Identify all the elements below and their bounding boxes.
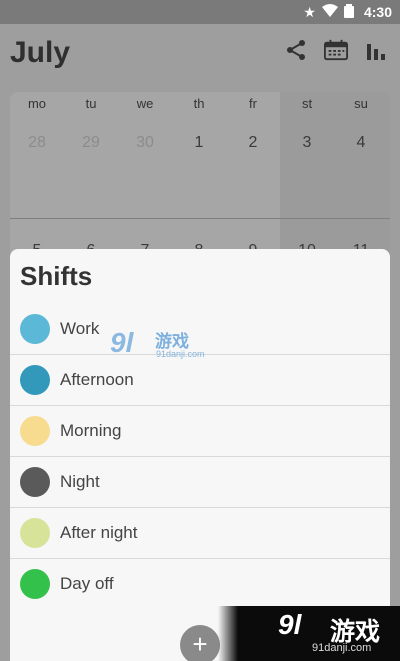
color-dot <box>20 467 50 497</box>
status-time: 4:30 <box>363 4 392 20</box>
watermark-url: 91danji.com <box>156 349 205 359</box>
watermark-logo: 9l <box>278 609 302 640</box>
watermark-url: 91danji.com <box>312 642 372 654</box>
calendar-day[interactable]: 29 <box>64 134 118 152</box>
weekday-header: su <box>354 96 368 111</box>
color-dot <box>20 569 50 599</box>
shift-item-night[interactable]: Night <box>10 457 390 508</box>
shift-label: Work <box>60 319 100 338</box>
status-icons: ★ 4:30 <box>303 0 392 24</box>
status-bar: ★ 4:30 <box>0 0 400 24</box>
share-icon[interactable] <box>284 38 308 62</box>
calendar-day[interactable]: 30 <box>118 134 172 152</box>
shift-label: After night <box>60 523 138 542</box>
page-title: July <box>10 36 71 69</box>
calendar-day[interactable]: 2 <box>226 134 280 152</box>
watermark-logo: 9l <box>110 327 134 358</box>
bar-chart-icon[interactable] <box>364 38 388 62</box>
sheet-title: Shifts <box>20 261 93 291</box>
app-bar: July <box>0 24 400 84</box>
add-shift-button[interactable]: + <box>180 625 220 661</box>
shift-item-after-night[interactable]: After night <box>10 508 390 559</box>
shift-label: Day off <box>60 574 114 593</box>
weekday-header: st <box>301 96 313 111</box>
weekday-header: tu <box>85 96 97 111</box>
calendar-day[interactable]: 3 <box>280 134 334 152</box>
color-dot <box>20 365 50 395</box>
star-icon: ★ <box>303 3 316 20</box>
watermark-center: 9l 游戏 91danji.com <box>110 325 210 365</box>
calendar-icon[interactable] <box>324 38 348 62</box>
color-dot <box>20 518 50 548</box>
wifi-icon <box>321 3 338 21</box>
weekday-header: fr <box>249 96 257 111</box>
battery-icon <box>343 3 354 21</box>
watermark-corner: 9l 游戏 91danji.com <box>218 606 400 661</box>
shift-label: Morning <box>60 421 122 440</box>
weekday-header: mo <box>27 96 47 111</box>
color-dot <box>20 416 50 446</box>
calendar-day[interactable]: 28 <box>10 134 64 152</box>
app-bar-actions <box>284 38 388 62</box>
color-dot <box>20 314 50 344</box>
shift-label: Night <box>60 472 100 491</box>
calendar-day[interactable]: 4 <box>334 134 388 152</box>
weekday-header: th <box>193 96 205 111</box>
shift-item-morning[interactable]: Morning <box>10 406 390 457</box>
week-divider <box>10 218 390 219</box>
shift-item-day-off[interactable]: Day off <box>10 559 390 610</box>
calendar-day[interactable]: 1 <box>172 134 226 152</box>
weekday-header: we <box>136 96 154 111</box>
shifts-sheet: Shifts Work Afternoon Morning Night Afte… <box>10 249 390 661</box>
